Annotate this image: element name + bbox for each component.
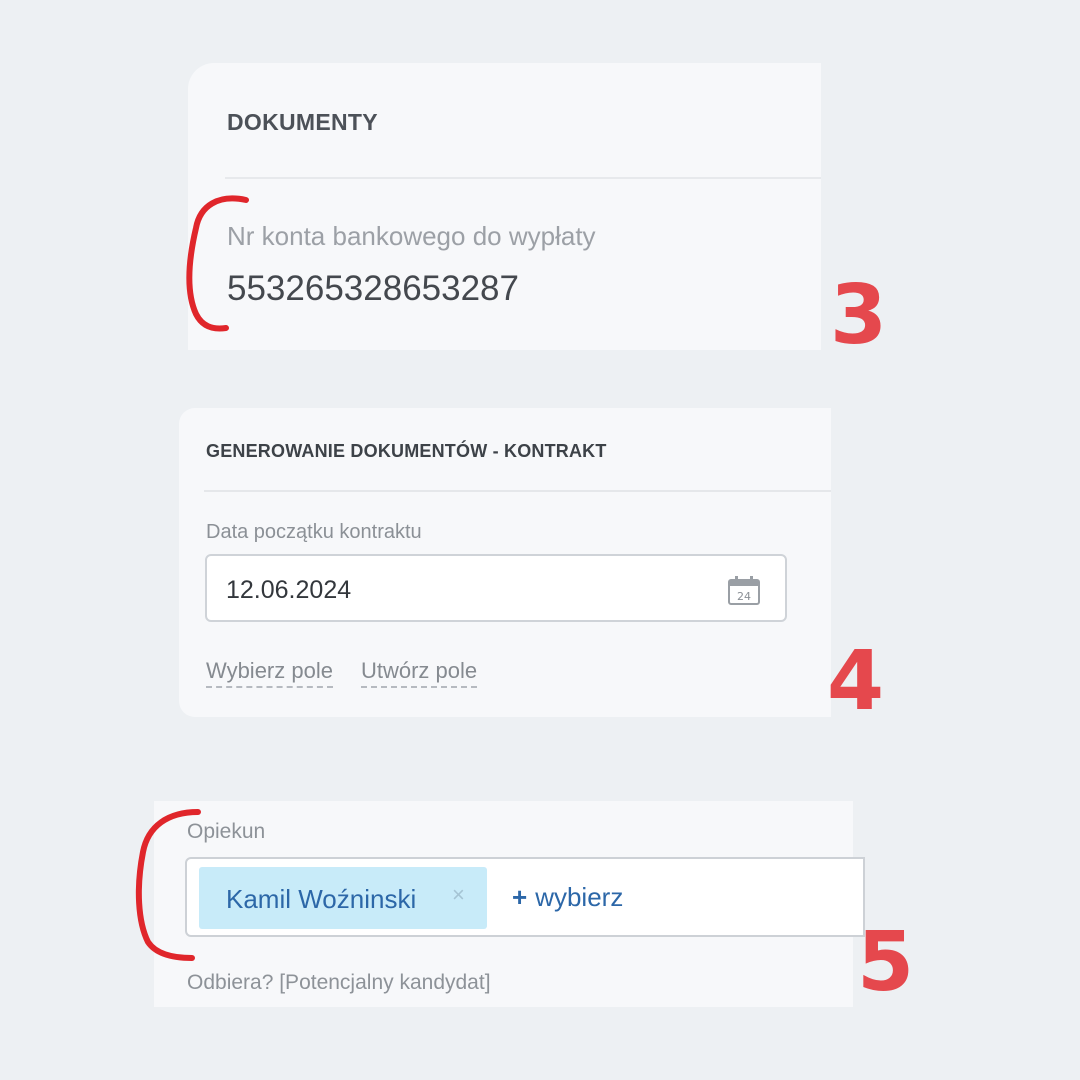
choose-guardian-button[interactable]: + wybierz: [512, 882, 623, 913]
guardian-tag[interactable]: Kamil Woźninski ×: [199, 867, 487, 929]
divider: [204, 490, 831, 492]
close-icon[interactable]: ×: [452, 882, 465, 908]
guardian-panel: Opiekun Kamil Woźninski × + wybierz Odbie…: [154, 801, 865, 1007]
contract-start-date-input[interactable]: 12.06.2024 24: [205, 554, 787, 622]
contract-start-date-label: Data początku kontraktu: [206, 521, 422, 543]
documents-title: DOKUMENTY: [227, 109, 378, 135]
bank-account-value: 553265328653287: [227, 269, 519, 308]
step-number-4: 4: [827, 634, 885, 729]
contract-start-date-value: 12.06.2024: [226, 576, 352, 604]
guardian-tag-label: Kamil Woźninski: [226, 884, 417, 914]
document-generation-title: GENEROWANIE DOKUMENTÓW - KONTRAKT: [206, 441, 607, 461]
guardian-select[interactable]: Kamil Woźninski × + wybierz: [185, 857, 865, 937]
divider: [225, 177, 821, 179]
step-number-3: 3: [830, 268, 888, 363]
choose-guardian-label: wybierz: [535, 882, 624, 912]
receives-label: Odbiera? [Potencjalny kandydat]: [187, 971, 491, 994]
bank-account-label: Nr konta bankowego do wypłaty: [227, 221, 596, 251]
field-links: Wybierz pole Utwórz pole: [206, 658, 478, 688]
choose-field-link[interactable]: Wybierz pole: [206, 658, 333, 688]
step-number-5: 5: [857, 915, 915, 1010]
guardian-label: Opiekun: [187, 820, 266, 843]
plus-icon: +: [512, 882, 528, 912]
calendar-icon[interactable]: 24: [727, 575, 761, 605]
documents-panel: DOKUMENTY Nr konta bankowego do wypłaty …: [188, 63, 821, 350]
calendar-day: 24: [737, 590, 751, 603]
create-field-link[interactable]: Utwórz pole: [360, 658, 478, 688]
document-generation-panel: GENEROWANIE DOKUMENTÓW - KONTRAKT Data p…: [179, 408, 831, 717]
